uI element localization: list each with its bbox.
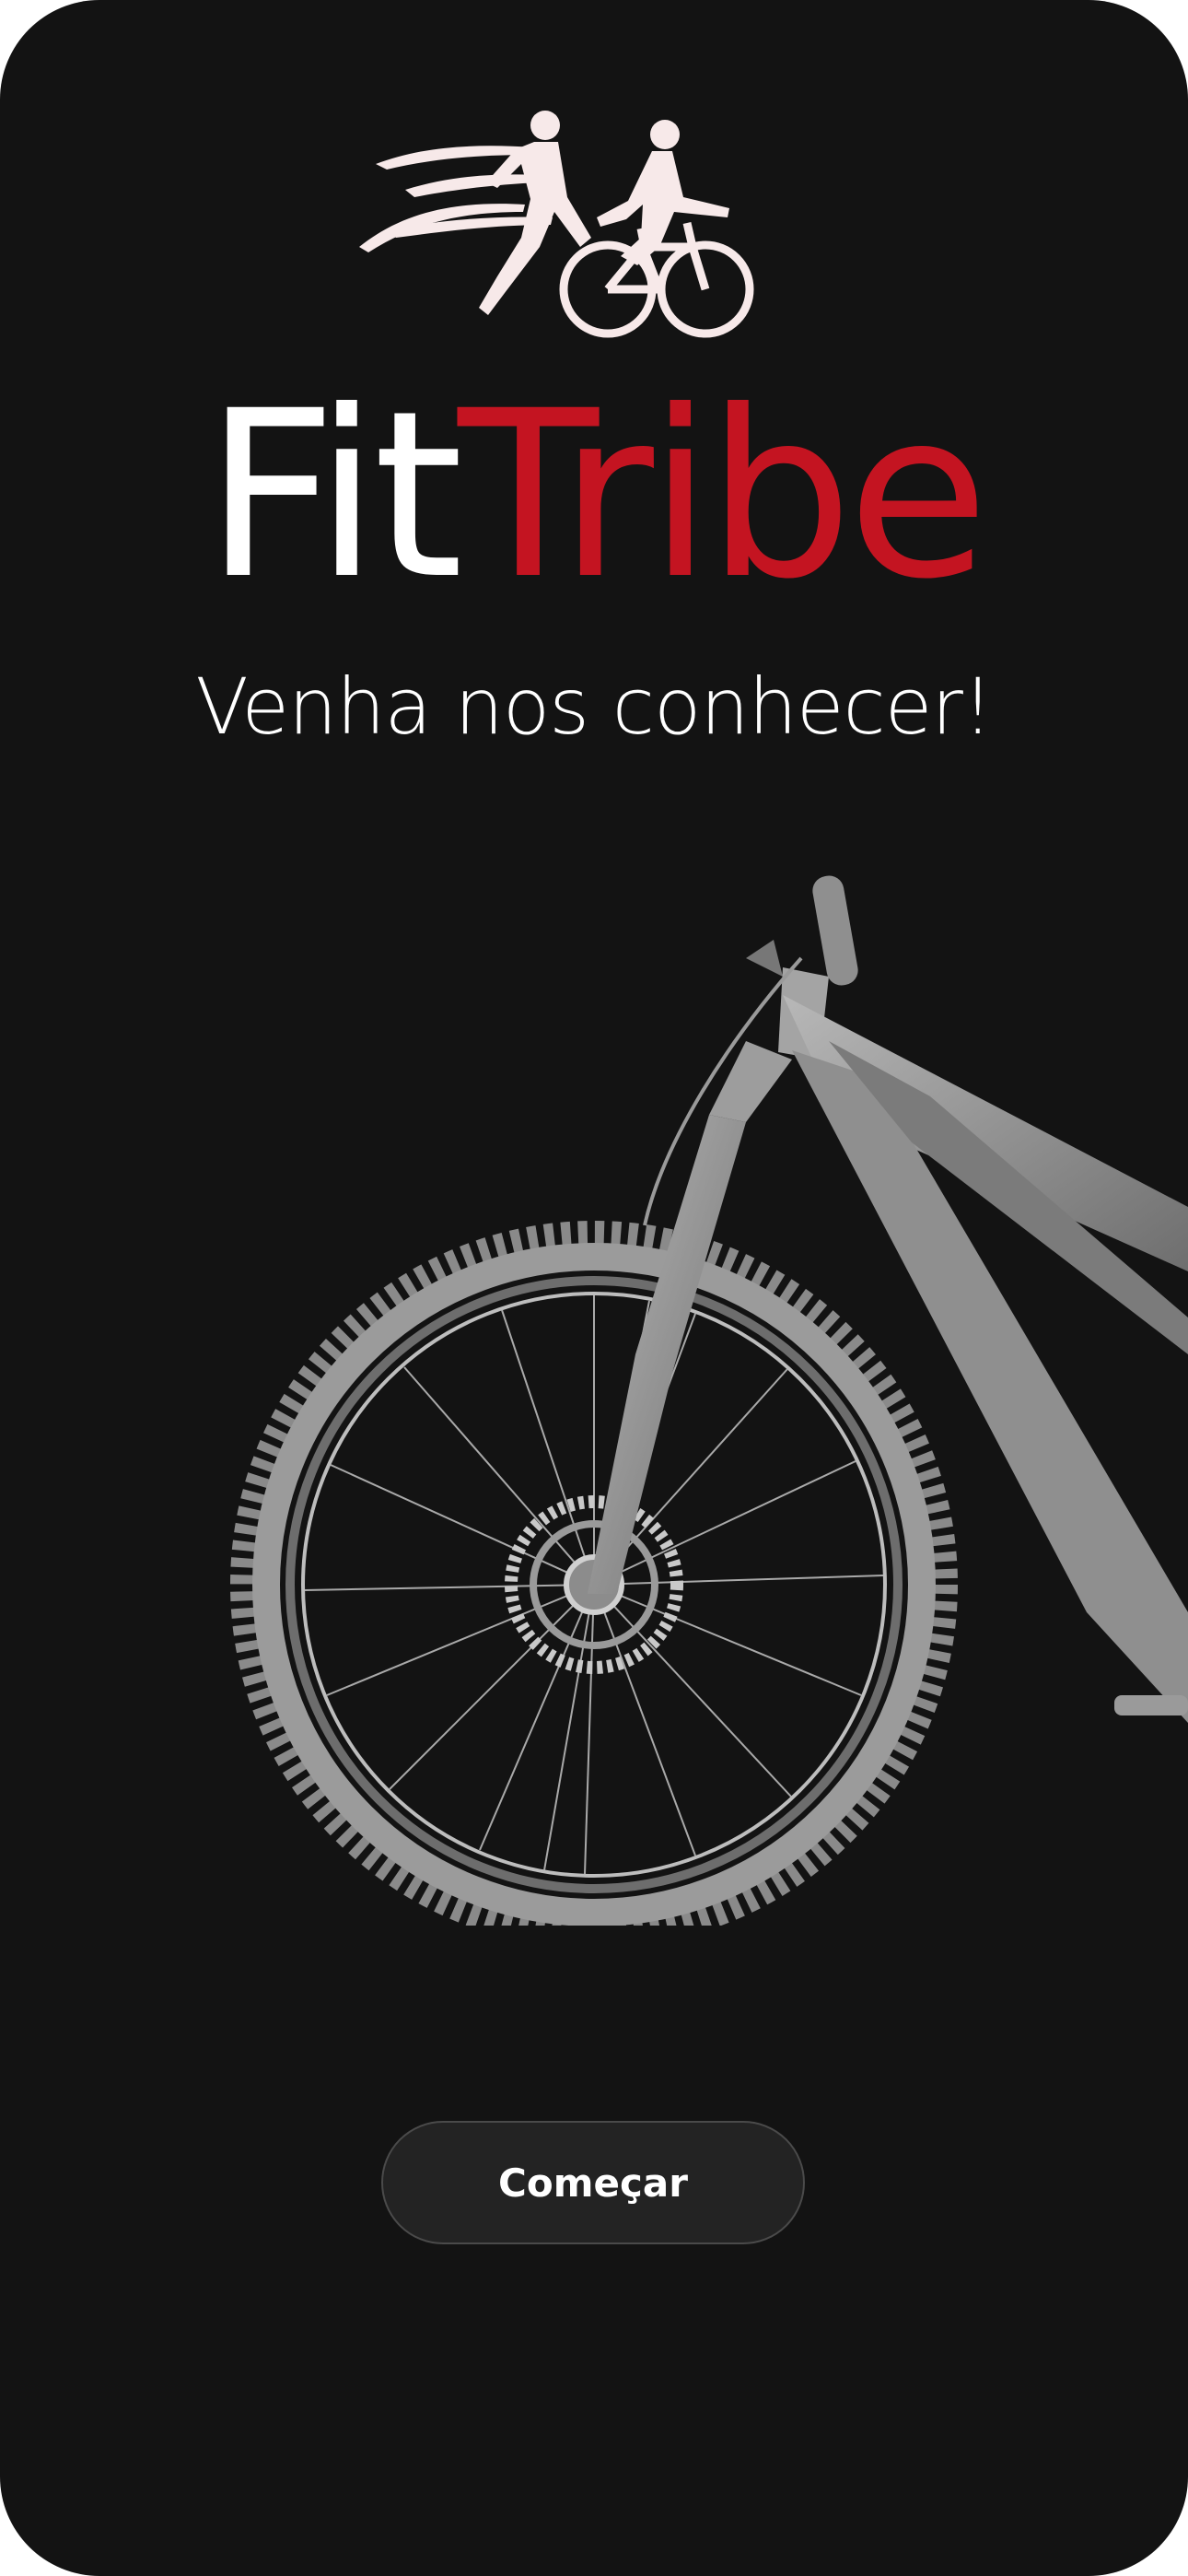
mountain-bike-image	[230, 875, 1188, 1926]
runner-cyclist-logo-icon	[359, 111, 754, 338]
tagline: Venha nos conhecer!	[195, 662, 993, 752]
welcome-screen: FitTribe Venha nos conhecer! Começar	[0, 0, 1188, 2576]
app-title: FitTribe	[0, 357, 1188, 634]
app-title-part2: Tribe	[458, 361, 989, 629]
app-title-part1: Fit	[204, 361, 463, 629]
start-button[interactable]: Começar	[381, 2121, 805, 2244]
